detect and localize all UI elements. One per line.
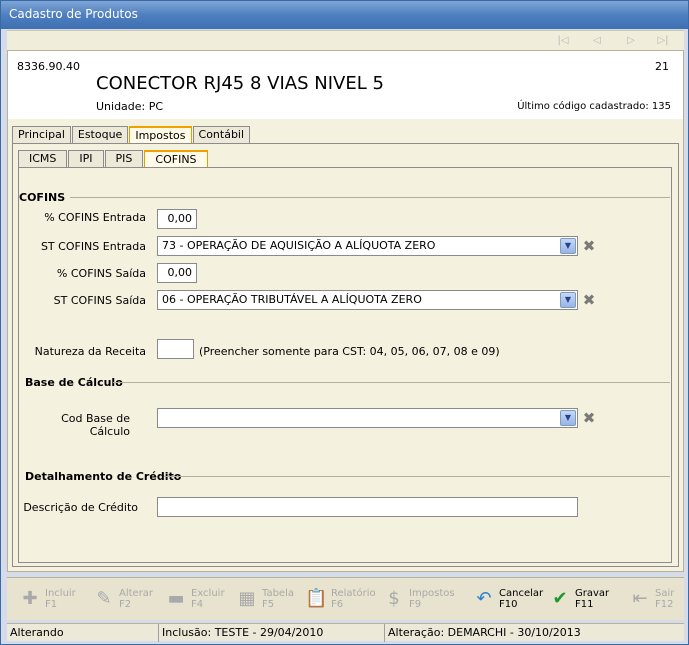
tab-principal[interactable]: Principal (12, 126, 71, 143)
credito-section-title: Detalhamento de Crédito (25, 470, 182, 483)
tab-icms[interactable]: ICMS (18, 150, 68, 167)
status-mode: Alterando (7, 624, 159, 642)
alterar-key: F2 (119, 599, 132, 610)
chevron-down-icon[interactable]: ▼ (560, 238, 576, 254)
chevron-down-icon[interactable]: ▼ (560, 292, 576, 308)
sair-key: F12 (655, 599, 674, 610)
cofins-saida-pct-input[interactable]: 0,00 (157, 263, 197, 283)
tab-estoque[interactable]: Estoque (71, 126, 129, 143)
edit-icon: ✎ (96, 588, 112, 609)
form-panel: 8336.90.40 CONECTOR RJ45 8 VIAS NIVEL 5 … (7, 50, 684, 572)
impostos-key: F9 (409, 599, 422, 610)
previous-record-icon[interactable]: ◁ (589, 34, 605, 48)
record-navigation: |◁ ◁ ▷ ▷| (7, 30, 684, 50)
cod-base-calculo-select[interactable]: ▼ (157, 408, 578, 428)
st-cofins-entrada-select[interactable]: 73 - OPERAÇÃO DE AQUISIÇÃO A ALÍQUOTA ZE… (157, 236, 578, 256)
cofins-saida-pct-label: % COFINS Saída (56, 267, 146, 280)
natureza-receita-hint: (Preencher somente para CST: 04, 05, 06,… (199, 345, 500, 358)
first-record-icon[interactable]: |◁ (555, 34, 571, 48)
alterar-label: Alterar (119, 588, 154, 599)
cod-base-calculo-label: Cod Base de Cálculo (61, 412, 130, 438)
natureza-receita-input[interactable] (157, 339, 194, 359)
tax-tabs: ICMS IPI PIS COFINS (18, 150, 209, 167)
descricao-credito-label: Descrição de Crédito (23, 501, 138, 514)
chevron-down-icon[interactable]: ▼ (560, 410, 576, 426)
relatorio-key: F6 (331, 599, 344, 610)
sair-label: Sair (655, 588, 675, 599)
product-header: 8336.90.40 CONECTOR RJ45 8 VIAS NIVEL 5 … (8, 51, 683, 119)
st-cofins-saida-value: 06 - OPERAÇÃO TRIBUTÁVEL A ALÍQUOTA ZERO (162, 293, 422, 306)
base-calculo-divider (113, 382, 670, 383)
tab-ipi[interactable]: IPI (68, 150, 104, 167)
status-alteracao: Alteração: DEMARCHI - 30/10/2013 (388, 626, 581, 639)
st-cofins-saida-select[interactable]: 06 - OPERAÇÃO TRIBUTÁVEL A ALÍQUOTA ZERO… (157, 290, 578, 310)
tab-pis[interactable]: PIS (104, 150, 144, 167)
tab-contabil[interactable]: Contábil (192, 126, 251, 143)
tab-cofins[interactable]: COFINS (144, 150, 208, 167)
checkmark-icon: ✔ (552, 588, 568, 609)
clear-icon[interactable]: ✖ (581, 292, 597, 308)
tabela-label: Tabela (262, 588, 294, 599)
product-unit: Unidade: PC (96, 100, 164, 113)
clear-icon[interactable]: ✖ (581, 410, 597, 426)
incluir-label: Incluir (45, 588, 76, 599)
excluir-label: Excluir (191, 588, 225, 599)
st-cofins-saida-label: ST COFINS Saída (53, 294, 146, 307)
tabela-key: F5 (262, 599, 275, 610)
st-cofins-entrada-value: 73 - OPERAÇÃO DE AQUISIÇÃO A ALÍQUOTA ZE… (162, 239, 436, 252)
excluir-key: F4 (191, 599, 204, 610)
cofins-divider (70, 197, 670, 198)
gravar-label: Gravar (575, 588, 610, 599)
minus-icon: ▬ (167, 588, 185, 609)
cancelar-key: F10 (499, 599, 518, 610)
exit-door-icon: ⇤ (632, 588, 648, 609)
window-title: Cadastro de Produtos (1, 1, 688, 29)
status-bar: Alterando Inclusão: TESTE - 29/04/2010 A… (7, 623, 684, 642)
base-calculo-section-title: Base de Cálculo (25, 376, 123, 389)
main-tabs: Principal Estoque Impostos Contábil (12, 126, 251, 143)
status-inclusao: Inclusão: TESTE - 29/04/2010 (159, 624, 385, 642)
relatorio-label: Relatório (331, 588, 376, 599)
app-window: Cadastro de Produtos |◁ ◁ ▷ ▷| 8336.90.4… (0, 0, 689, 645)
cancelar-label: Cancelar (499, 588, 544, 599)
st-cofins-entrada-label: ST COFINS Entrada (40, 240, 146, 253)
gravar-key: F11 (575, 599, 594, 610)
cofins-entrada-pct-input[interactable]: 0,00 (157, 209, 197, 229)
cofins-entrada-pct-label: % COFINS Entrada (44, 211, 146, 224)
last-record-icon[interactable]: ▷| (655, 34, 671, 48)
credito-divider (164, 476, 670, 477)
action-toolbar: ✚ Incluir F1 ✎ Alterar F2 ▬ Excluir F4 ▦ Ta… (7, 577, 684, 620)
product-name: CONECTOR RJ45 8 VIAS NIVEL 5 (96, 73, 384, 94)
natureza-receita-label: Natureza da Receita (34, 345, 146, 358)
undo-icon: ↶ (476, 588, 492, 609)
clipboard-icon: 📋 (305, 588, 328, 609)
incluir-key: F1 (45, 599, 58, 610)
record-number: 21 (655, 60, 669, 73)
last-code-label: Último código cadastrado: 135 (517, 101, 671, 112)
clear-icon[interactable]: ✖ (581, 238, 597, 254)
money-bag-icon: $ (388, 588, 400, 609)
impostos-label: Impostos (409, 588, 455, 599)
next-record-icon[interactable]: ▷ (623, 34, 639, 48)
plus-icon: ✚ (22, 588, 38, 609)
product-code: 8336.90.40 (17, 60, 80, 73)
descricao-credito-input[interactable] (157, 497, 578, 517)
table-icon: ▦ (238, 588, 256, 609)
tab-impostos[interactable]: Impostos (129, 126, 192, 143)
cofins-section-title: COFINS (19, 191, 66, 204)
